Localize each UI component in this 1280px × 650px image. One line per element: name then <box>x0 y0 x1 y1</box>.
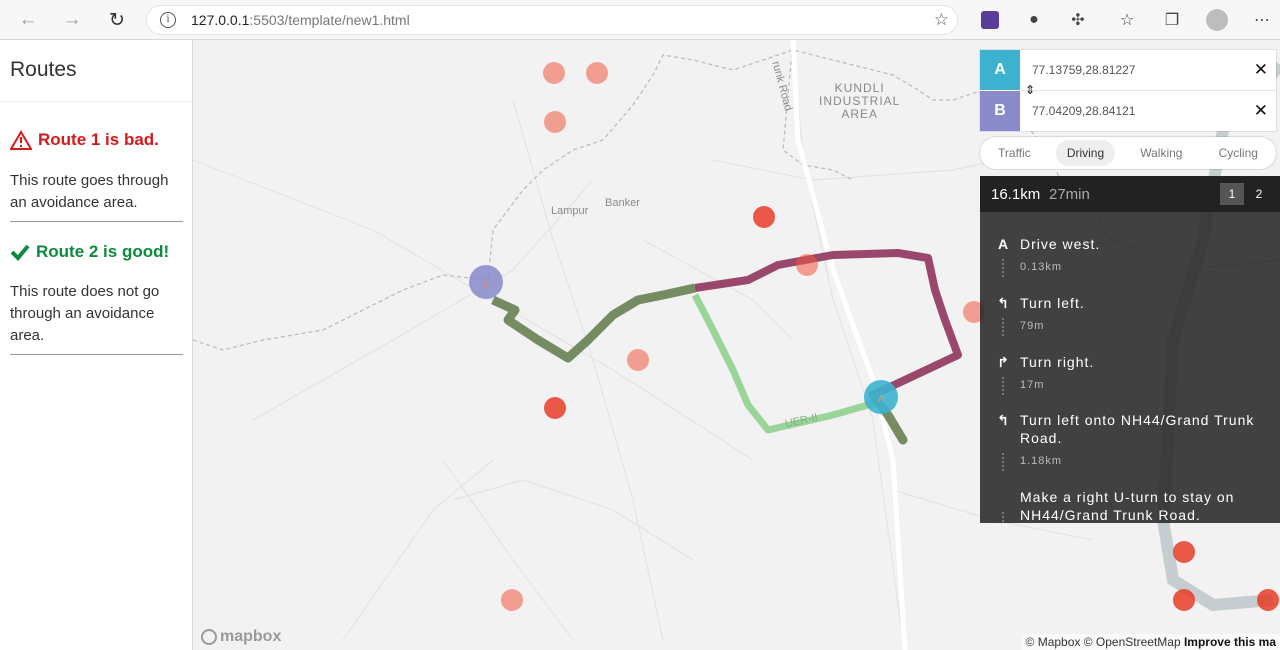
collections-icon[interactable]: ❐ <box>1160 8 1184 32</box>
step-connector <box>1002 377 1004 395</box>
map-label-lampur: Lampur <box>551 205 589 217</box>
route1-description: This route goes through an avoidance are… <box>10 172 169 211</box>
improve-map-link[interactable]: Improve this ma <box>1184 635 1276 649</box>
browser-toolbar: ← → ↻ i 127.0.0.1:5503/template/new1.htm… <box>0 0 1280 40</box>
destination-input[interactable]: 77.04209,28.84121 <box>1032 104 1135 118</box>
route-distance: 16.1km <box>991 186 1041 203</box>
divider <box>0 101 192 102</box>
favorites-icon[interactable]: ☆ <box>1115 8 1139 32</box>
profile-traffic[interactable]: Traffic <box>987 140 1042 166</box>
directions-steps[interactable]: A Drive west. 0.13km ↰ Turn left. 79m ↱ … <box>980 212 1280 523</box>
extension-icon[interactable]: ● <box>1022 8 1046 32</box>
add-favorite-icon[interactable]: ☆ <box>934 10 949 30</box>
profile-selector: Traffic Driving Walking Cycling <box>980 137 1276 169</box>
route-duration: 27min <box>1049 186 1090 203</box>
route2-title: Route 2 is good! <box>36 242 170 261</box>
map-label-banker: Banker <box>605 197 640 209</box>
clear-origin-icon[interactable]: ✕ <box>1254 60 1268 80</box>
turn-left-icon: ↰ <box>997 295 1009 311</box>
map-attribution: © Mapbox © OpenStreetMap Improve this ma <box>1021 634 1280 650</box>
route-summary: 16.1km 27min 1 2 <box>980 176 1280 212</box>
step-connector <box>1002 318 1004 336</box>
profile-avatar[interactable] <box>1205 8 1229 32</box>
more-icon[interactable]: ⋯ <box>1250 8 1274 32</box>
depart-icon: A <box>997 236 1009 252</box>
alternative-2-button[interactable]: 2 <box>1247 183 1271 205</box>
puzzle-icon[interactable]: ✣ <box>1066 8 1090 32</box>
back-icon[interactable]: ← <box>14 6 42 34</box>
reload-icon[interactable]: ↻ <box>103 6 131 34</box>
divider <box>10 354 183 355</box>
extension-icon[interactable] <box>978 8 1002 32</box>
origin-pin: A <box>980 50 1020 90</box>
turn-right-icon: ↱ <box>997 354 1009 370</box>
routes-sidebar: Routes Route 1 is bad. This route goes t… <box>0 40 193 650</box>
clear-destination-icon[interactable]: ✕ <box>1254 101 1268 121</box>
profile-driving[interactable]: Driving <box>1055 140 1116 166</box>
route2-status: Route 2 is good! <box>10 242 169 262</box>
svg-text:B: B <box>483 279 490 290</box>
reverse-icon[interactable]: ⇕ <box>1025 83 1035 97</box>
turn-left-icon: ↰ <box>997 412 1009 428</box>
step-connector <box>1002 259 1004 277</box>
divider <box>1020 90 1276 91</box>
divider <box>10 221 183 222</box>
sidebar-title: Routes <box>10 58 77 81</box>
mapbox-icon <box>201 629 217 645</box>
url-text[interactable]: 127.0.0.1:5503/template/new1.html <box>191 12 410 28</box>
route2-description: This route does not go through an avoida… <box>10 283 160 344</box>
route1-status: Route 1 is bad. <box>10 130 159 150</box>
step-connector <box>1002 512 1004 523</box>
destination-pin: B <box>980 91 1020 131</box>
route1-title: Route 1 is bad. <box>38 130 159 149</box>
origin-input[interactable]: 77.13759,28.81227 <box>1032 63 1135 77</box>
svg-text:A: A <box>878 394 885 405</box>
info-icon[interactable]: i <box>160 12 176 28</box>
forward-icon[interactable]: → <box>58 6 86 34</box>
alternative-1-button[interactable]: 1 <box>1220 183 1244 205</box>
warning-icon <box>10 130 32 150</box>
address-bar[interactable]: i 127.0.0.1:5503/template/new1.html ☆ <box>146 5 958 35</box>
map-label-kundli: KUNDLI INDUSTRIAL AREA <box>819 81 901 121</box>
profile-walking[interactable]: Walking <box>1129 140 1193 166</box>
mapbox-logo[interactable]: mapbox <box>201 628 281 646</box>
checkmark-icon <box>10 244 30 261</box>
profile-cycling[interactable]: Cycling <box>1208 140 1269 166</box>
directions-inputs: A 77.13759,28.81227 ✕ ⇕ B 77.04209,28.84… <box>980 50 1276 131</box>
step-connector <box>1002 453 1004 471</box>
